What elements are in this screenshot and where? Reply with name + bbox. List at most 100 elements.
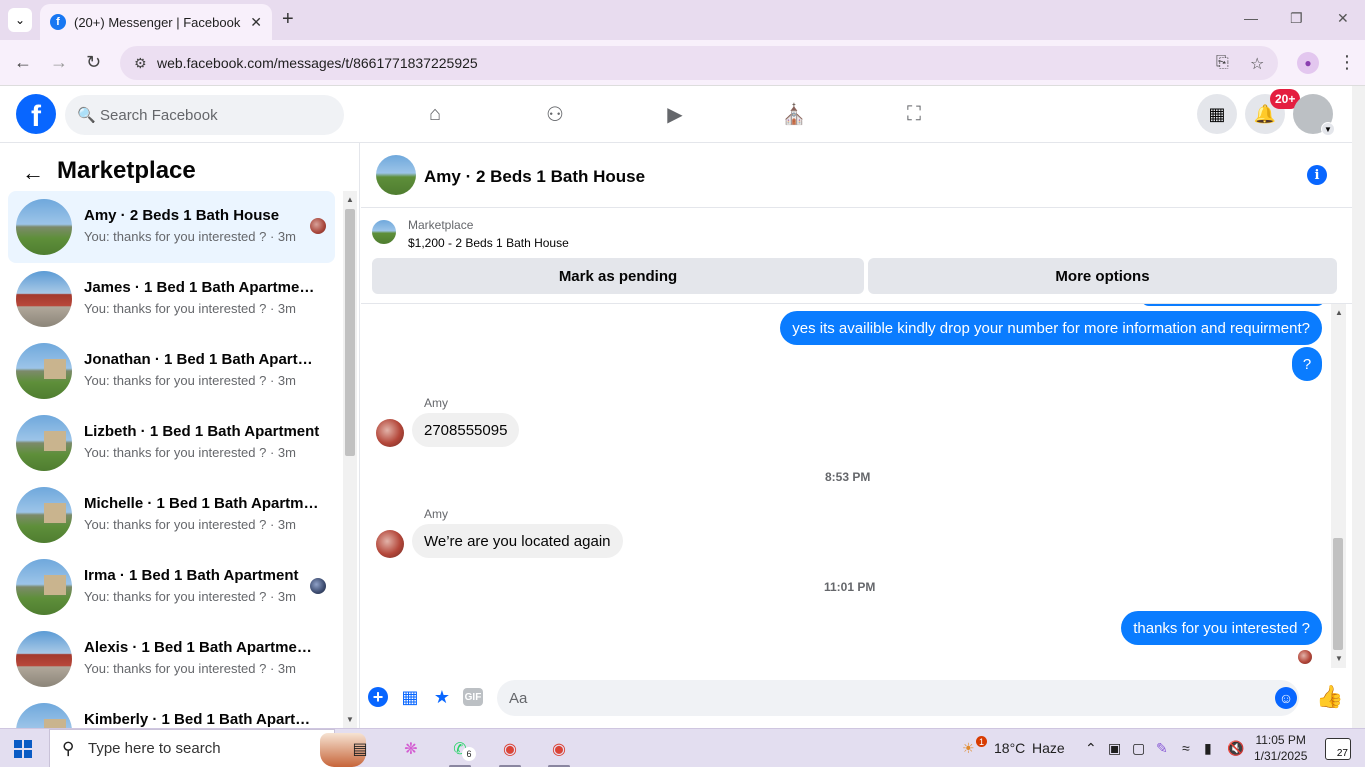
reload-icon[interactable]: ↻ [86,52,101,73]
marketplace-icon[interactable]: ⛪ [780,100,808,128]
message-input[interactable]: Aa ☺ [497,680,1299,716]
listing-price[interactable]: $1,200 - 2 Beds 1 Bath House [408,236,569,250]
notification-count: 27 [1336,748,1348,759]
message-bubble-outgoing[interactable]: thanks for you interested ? [1121,611,1322,645]
conversation-item-michelle[interactable]: Michelle · 1 Bed 1 Bath Apartment You: t… [8,479,335,551]
whatsapp-unread-count: 6 [462,747,476,761]
scrollbar-thumb[interactable] [345,209,355,456]
conversation-list-scrollbar[interactable]: ▲ ▼ [343,191,357,728]
meet-now-icon[interactable]: ▢ [1132,740,1145,757]
plus-icon[interactable]: + [368,687,388,707]
emoji-icon[interactable]: ☺ [1275,687,1297,709]
wifi-icon[interactable]: ≈ [1182,740,1190,756]
tray-app-icon[interactable]: ▣ [1108,740,1121,757]
forward-icon[interactable]: → [50,52,68,73]
more-options-button[interactable]: More options [868,258,1337,294]
restore-icon[interactable]: ❐ [1290,10,1303,27]
chrome-profile-icon[interactable]: ◉ [545,735,573,763]
facebook-logo-icon[interactable]: f [16,94,56,134]
gaming-icon[interactable]: ⛶ [900,100,928,128]
account-avatar[interactable]: ▼ [1293,94,1335,136]
scroll-up-icon[interactable]: ▲ [1335,308,1343,317]
message-bubble-incoming[interactable]: We’re are you located again [412,524,623,558]
scroll-down-icon[interactable]: ▼ [346,715,354,724]
windows-start-icon[interactable] [14,740,32,758]
message-thread-scrollbar[interactable]: ▲ ▼ [1331,304,1346,668]
listing-thumbnail [16,631,72,687]
site-info-icon[interactable]: ⚙ [134,55,147,72]
back-arrow-icon[interactable]: ← [22,160,44,186]
timestamp: 8:53 PM [825,470,871,484]
system-clock[interactable]: 11:05 PM 1/31/2025 [1254,732,1307,764]
conversation-item-irma[interactable]: Irma · 1 Bed 1 Bath Apartment You: thank… [8,551,335,623]
temperature[interactable]: 18°C [994,740,1025,756]
browser-menu-icon[interactable]: ⋮ [1338,52,1356,73]
conversation-item-alexis[interactable]: Alexis · 1 Bed 1 Bath Apartment/Condo Yo… [8,623,335,695]
listing-thumbnail[interactable] [372,220,396,244]
address-bar-row: ← → ↻ ⚙ web.facebook.com/messages/t/8661… [0,40,1365,86]
bookmark-star-icon[interactable]: ☆ [1250,54,1264,74]
conversation-item-kimberly[interactable]: Kimberly · 1 Bed 1 Bath Apartment [8,695,335,728]
facebook-favicon-icon: f [50,14,66,30]
scrollbar-thumb[interactable] [1333,538,1343,650]
sender-name: Amy [424,396,448,410]
search-icon: 🔍 [77,107,96,124]
friends-icon[interactable]: ⚇ [541,100,569,128]
home-icon[interactable]: ⌂ [421,100,449,128]
conversation-item-amy[interactable]: Amy · 2 Beds 1 Bath House You: thanks fo… [8,191,335,263]
url-field[interactable]: ⚙ web.facebook.com/messages/t/8661771837… [120,46,1278,80]
conversation-name: James · 1 Bed 1 Bath Apartment/Condo [84,279,320,296]
facebook-search-input[interactable]: 🔍 Search Facebook [65,95,344,135]
message-bubble-outgoing[interactable]: yes its availible kindly drop your numbe… [780,311,1322,345]
chevron-up-icon[interactable]: ⌃ [1085,740,1097,757]
photo-icon[interactable]: ▦ [399,686,421,708]
conversation-item-james[interactable]: James · 1 Bed 1 Bath Apartment/Condo You… [8,263,335,335]
install-app-icon[interactable]: ⎘ [1216,54,1229,72]
new-tab-icon[interactable]: + [282,8,294,31]
conversation-item-lizbeth[interactable]: Lizbeth · 1 Bed 1 Bath Apartment You: th… [8,407,335,479]
sender-avatar[interactable] [376,419,404,447]
chat-avatar[interactable] [376,155,416,195]
composer-placeholder: Aa [509,689,528,707]
mark-as-pending-button[interactable]: Mark as pending [372,258,864,294]
listing-thumbnail [16,703,72,728]
task-view-icon[interactable]: ▤ [346,735,374,763]
speaker-muted-icon[interactable]: 🔇 [1227,740,1244,757]
close-window-icon[interactable]: ✕ [1337,10,1349,27]
thumbs-up-icon[interactable]: 👍 [1316,684,1343,710]
conversation-name: Alexis · 1 Bed 1 Bath Apartment/Condo [84,639,320,656]
tab-search-button[interactable]: ⌄ [8,8,32,32]
video-icon[interactable]: ▶ [661,100,689,128]
browser-tab-strip: ⌄ f (20+) Messenger | Facebook ✕ + — ❐ ✕ [0,0,1365,40]
scroll-up-icon[interactable]: ▲ [346,195,354,204]
info-icon[interactable]: i [1307,165,1327,185]
gif-icon[interactable]: GIF [463,688,483,706]
back-icon[interactable]: ← [14,52,32,73]
browser-profile-icon[interactable]: ● [1297,52,1319,74]
sender-avatar[interactable] [376,530,404,558]
sticker-icon[interactable]: ★ [431,686,453,708]
listing-thumbnail [16,559,72,615]
listing-thumbnail [16,415,72,471]
copilot-icon[interactable]: ❋ [397,735,425,763]
message-bubble-outgoing[interactable]: ? [1292,347,1322,381]
scroll-down-icon[interactable]: ▼ [1335,654,1343,663]
chevron-down-icon: ▼ [1321,122,1335,136]
notification-center-icon[interactable]: 27 [1325,738,1351,760]
menu-grid-icon[interactable]: ▦ [1197,94,1237,134]
listing-thumbnail [16,199,72,255]
listing-thumbnail [16,487,72,543]
weather-icon[interactable]: ☀ [962,740,975,757]
taskbar-search-input[interactable]: ⚲ Type here to search [49,729,366,767]
chat-title[interactable]: Amy · 2 Beds 1 Bath House [424,167,645,187]
pen-icon[interactable]: ✎ [1156,740,1168,757]
weather-condition[interactable]: Haze [1032,740,1065,756]
conversation-item-jonathan[interactable]: Jonathan · 1 Bed 1 Bath Apartment You: t… [8,335,335,407]
page-scrollbar[interactable] [1352,86,1365,728]
browser-tab[interactable]: f (20+) Messenger | Facebook ✕ [40,4,272,40]
chrome-icon[interactable]: ◉ [496,735,524,763]
close-tab-icon[interactable]: ✕ [250,14,262,31]
minimize-icon[interactable]: — [1244,10,1258,26]
battery-icon[interactable]: ▮ [1204,740,1212,757]
message-bubble-incoming[interactable]: 2708555095 [412,413,520,447]
